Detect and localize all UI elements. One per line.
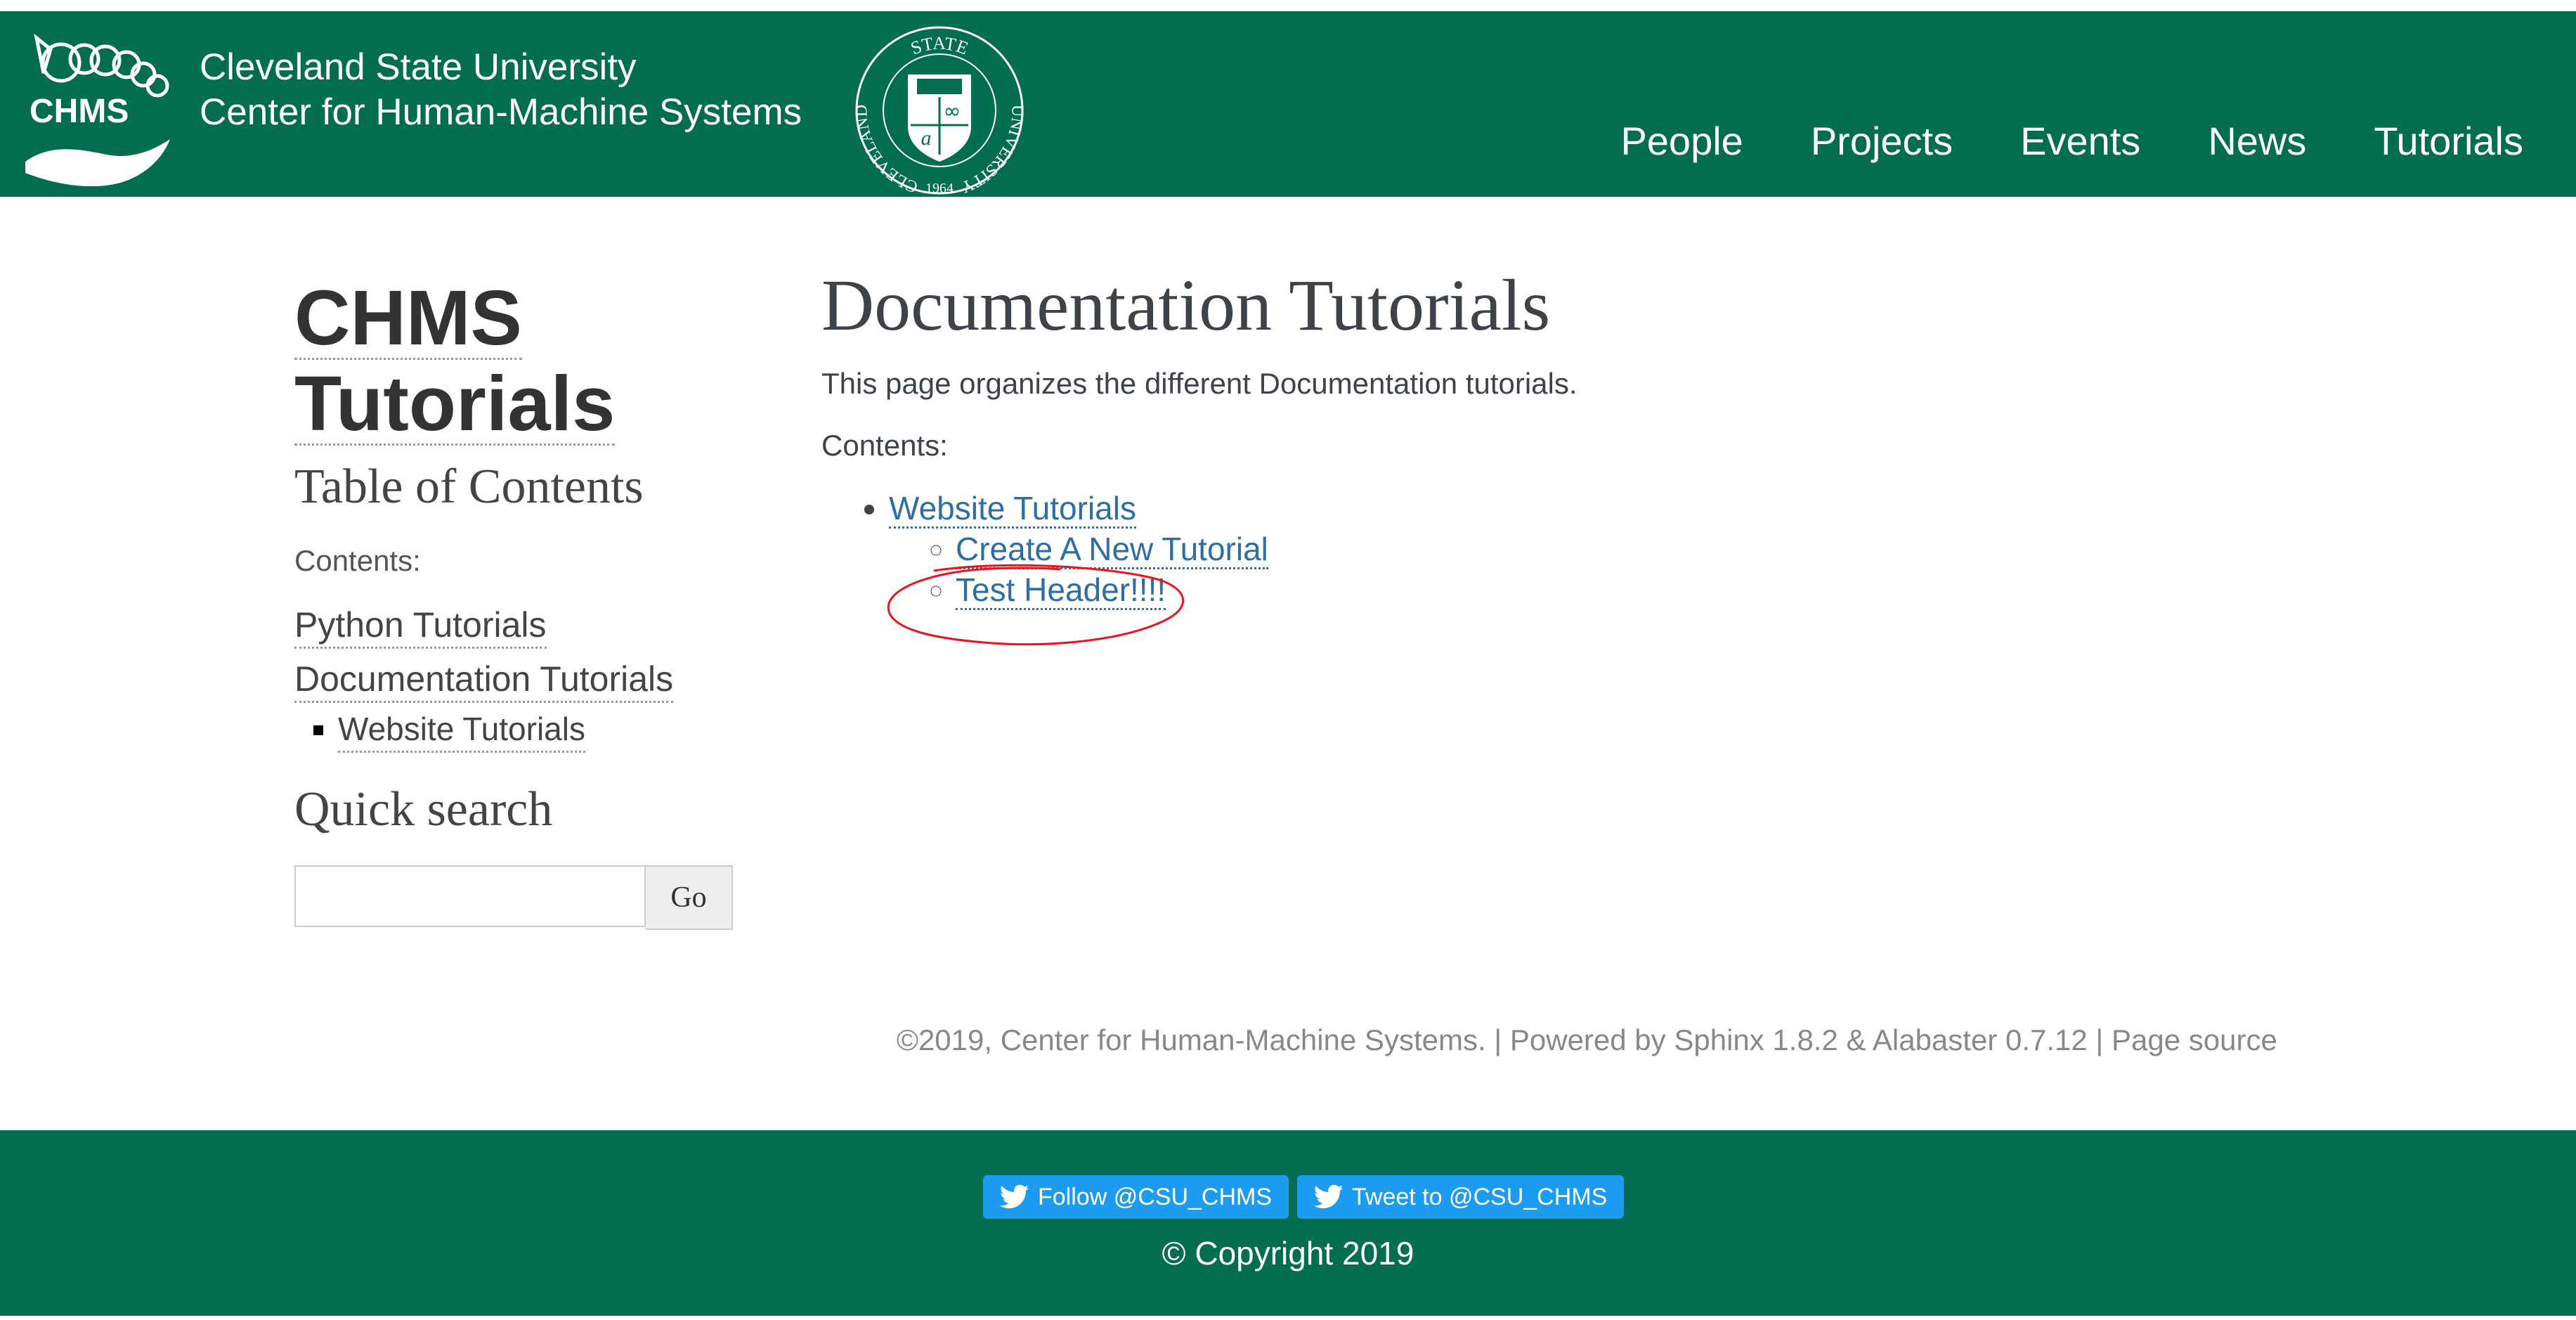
page-title: Documentation Tutorials [821, 265, 1551, 346]
follow-button-label: Follow @CSU_CHMS [1038, 1183, 1273, 1210]
tweet-button-label: Tweet to @CSU_CHMS [1352, 1183, 1608, 1210]
sidebar-brand[interactable]: CHMS Tutorials [294, 276, 744, 447]
nav-people[interactable]: People [1620, 117, 1743, 166]
annotation-circle [887, 564, 1185, 646]
main-content: Documentation Tutorials This page organi… [821, 263, 2367, 610]
sidebar: CHMS Tutorials Table of Contents Content… [294, 276, 744, 930]
twitter-bird-icon [1314, 1184, 1344, 1209]
follow-button[interactable]: Follow @CSU_CHMS [983, 1175, 1289, 1219]
university-line-2: Center for Human-Machine Systems [200, 91, 802, 133]
sidebar-link-python-tutorials[interactable]: Python Tutorials [294, 603, 547, 649]
site-footer: Follow @CSU_CHMS Tweet to @CSU_CHMS © Co… [0, 1130, 2576, 1316]
nav-events[interactable]: Events [2020, 117, 2140, 166]
seal-year: 1964 [925, 181, 954, 196]
site-header: CHMS Cleveland State University Center f… [0, 11, 2576, 197]
twitter-bird-icon [1000, 1184, 1029, 1209]
intro-text: This page organizes the different Docume… [821, 367, 1578, 400]
search-form: Go [294, 865, 744, 930]
chms-logo-label: CHMS [30, 93, 129, 130]
university-line-1: Cleveland State University [200, 46, 637, 88]
brand-line-2[interactable]: Tutorials [294, 365, 616, 446]
social-buttons: Follow @CSU_CHMS Tweet to @CSU_CHMS [983, 1175, 1625, 1219]
search-input[interactable] [294, 865, 646, 927]
main-nav: People Projects Events News Tutorials [1620, 117, 2523, 166]
nav-tutorials[interactable]: Tutorials [2374, 117, 2523, 166]
seal-top-text: STATE [908, 33, 971, 59]
toc-link-website-tutorials[interactable]: Website Tutorials [889, 490, 1136, 529]
sidebar-sublist-item: Website Tutorials [338, 707, 744, 753]
brand-line-1[interactable]: CHMS [294, 279, 522, 360]
sidebar-contents-caption: Contents: [294, 544, 421, 577]
sidebar-sublist: Website Tutorials [294, 707, 744, 753]
contents-caption: Contents: [821, 429, 948, 462]
chms-logo[interactable]: CHMS [22, 24, 181, 191]
svg-text:a: a [921, 127, 932, 150]
university-name: Cleveland State University Center for Hu… [200, 45, 802, 135]
copyright-text: © Copyright 2019 [1162, 1235, 1414, 1272]
sphinx-footer: ©2019, Center for Human-Machine Systems.… [897, 1023, 2277, 1056]
svg-text:STATE: STATE [908, 33, 971, 59]
university-seal-icon: STATE CLEVELAND UNIVERSITY ∞ a 1964 [852, 26, 1027, 196]
toc-heading: Table of Contents [294, 460, 644, 514]
svg-text:∞: ∞ [944, 99, 961, 124]
nav-projects[interactable]: Projects [1811, 117, 1953, 166]
sidebar-link-documentation-tutorials[interactable]: Documentation Tutorials [294, 657, 674, 703]
nav-news[interactable]: News [2208, 117, 2306, 166]
sidebar-link-website-tutorials[interactable]: Website Tutorials [338, 707, 585, 753]
tweet-button[interactable]: Tweet to @CSU_CHMS [1297, 1175, 1625, 1219]
quick-search-heading: Quick search [294, 782, 553, 836]
search-go-button[interactable]: Go [646, 865, 733, 930]
